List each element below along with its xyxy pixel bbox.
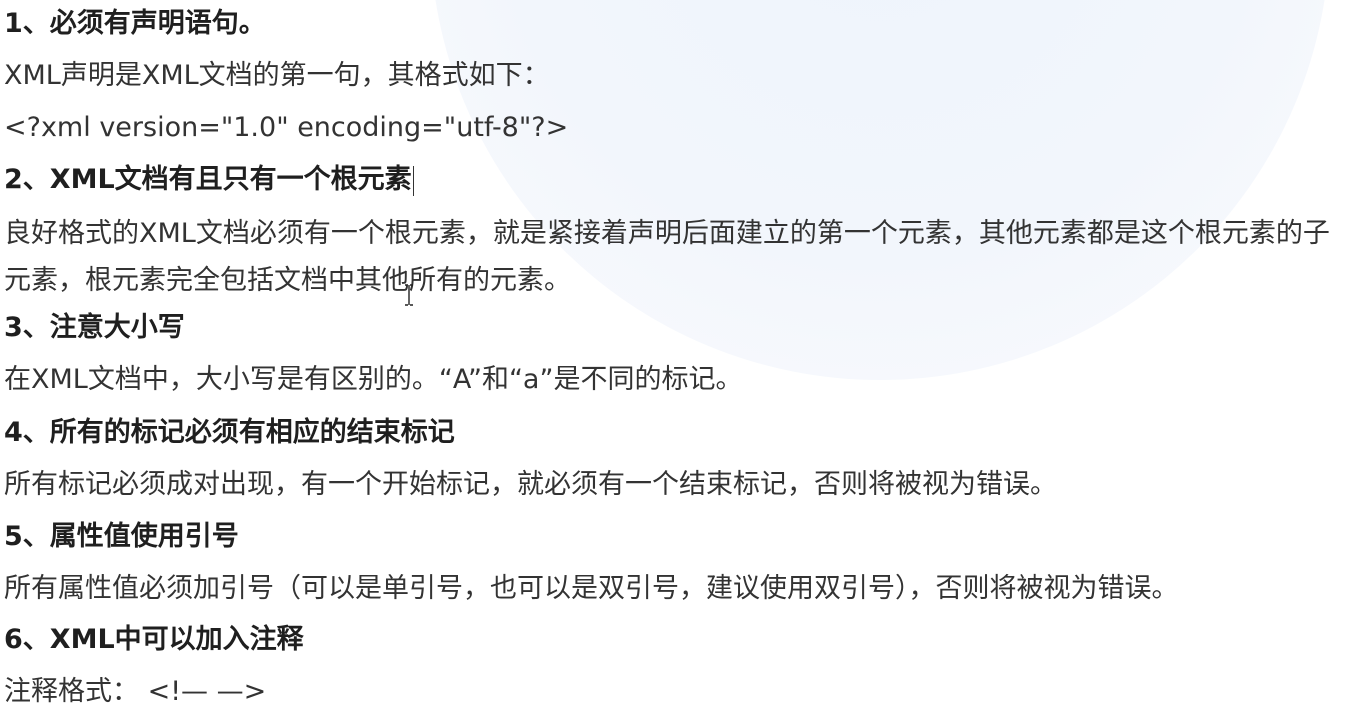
section-5-heading: 5、属性值使用引号 xyxy=(4,521,239,552)
section-2-text: 良好格式的XML文档必须有一个根元素，就是紧接着声明后面建立的第一个元素，其他元… xyxy=(4,218,1330,296)
section-2-heading-wrap: 2、XML文档有且只有一个根元素 xyxy=(4,162,414,198)
text-cursor xyxy=(412,165,414,196)
section-3-text: 在XML文档中，大小写是有区别的。“A”和“a”是不同的标记。 xyxy=(4,364,743,395)
section-5-text: 所有属性值必须加引号（可以是单引号，也可以是双引号，建议使用双引号），否则将被视… xyxy=(4,573,1179,604)
section-4-text: 所有标记必须成对出现，有一个开始标记，就必须有一个结束标记，否则将被视为错误。 xyxy=(4,469,1057,500)
ibeam-cursor-icon xyxy=(405,284,413,306)
section-3-heading: 3、注意大小写 xyxy=(4,312,185,343)
section-4-heading: 4、所有的标记必须有相应的结束标记 xyxy=(4,417,455,448)
section-6-text: 注释格式： <!— —> xyxy=(4,676,267,707)
section-1-text: XML声明是XML文档的第一句，其格式如下： xyxy=(4,60,550,91)
document-content[interactable]: 1、必须有声明语句。 XML声明是XML文档的第一句，其格式如下： <?xml … xyxy=(0,0,1368,718)
section-6-heading: 6、XML中可以加入注释 xyxy=(4,624,304,655)
section-2-heading: 2、XML文档有且只有一个根元素 xyxy=(4,164,412,195)
section-1-heading: 1、必须有声明语句。 xyxy=(4,8,266,39)
xml-declaration-example: <?xml version="1.0" encoding="utf-8"?> xyxy=(4,112,569,143)
